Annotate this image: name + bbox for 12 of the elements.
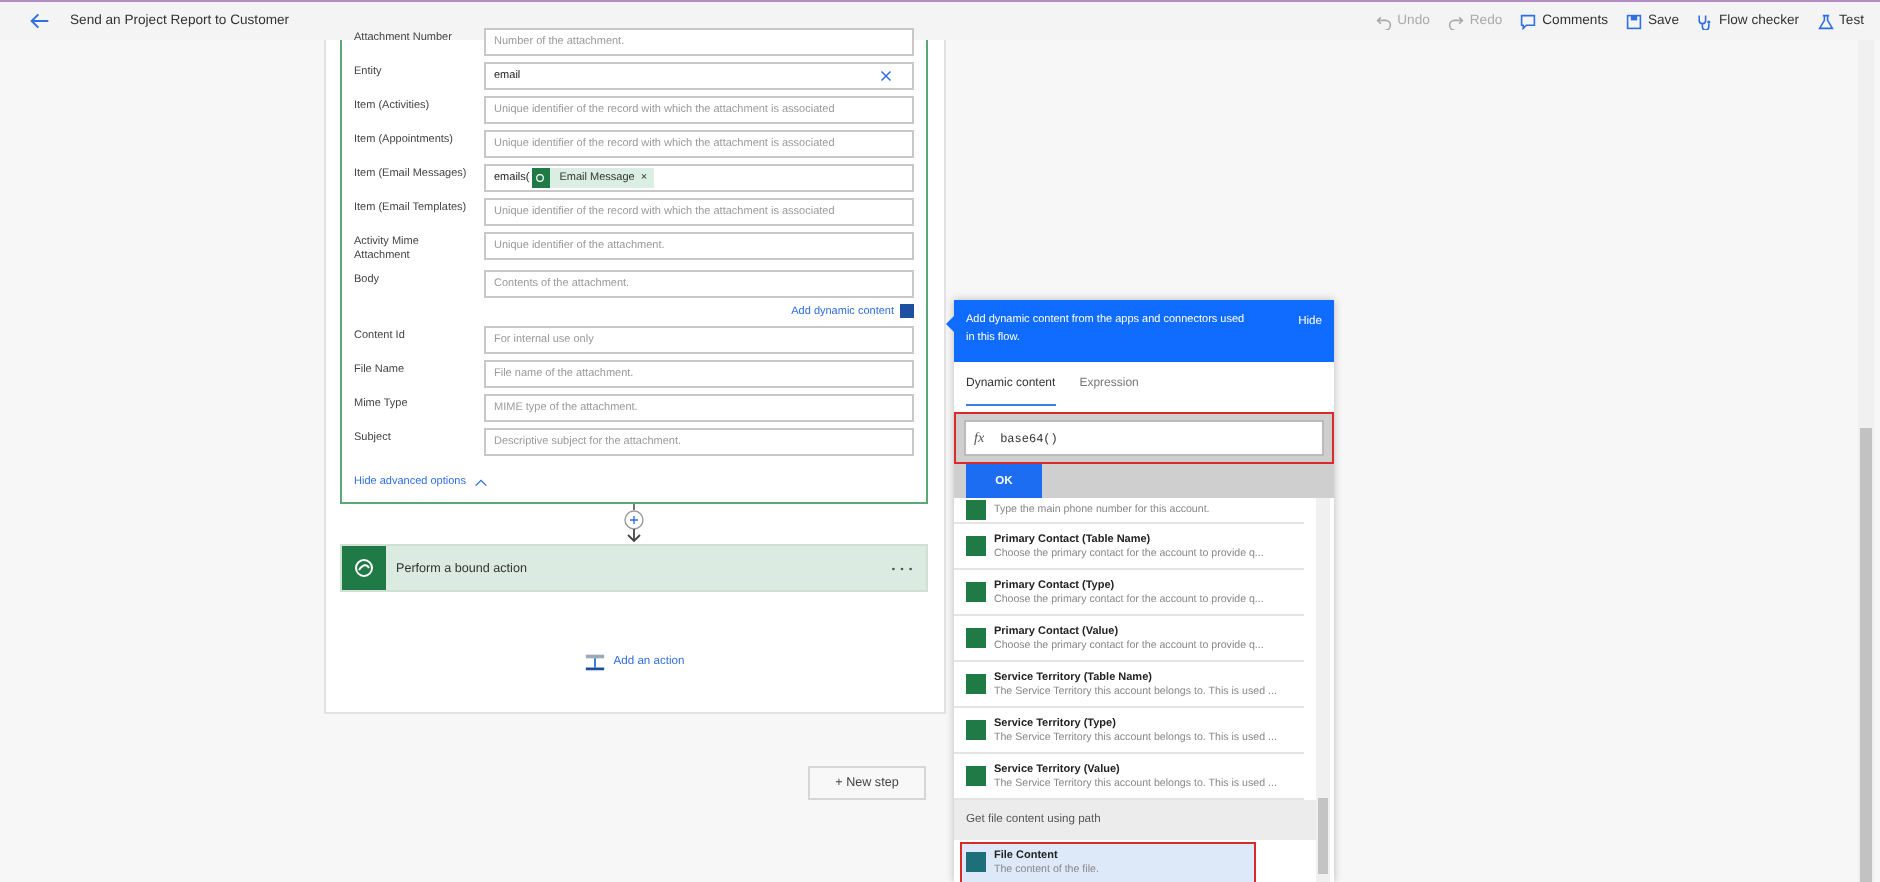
save-icon[interactable] [1625,13,1642,29]
chevron-up-icon[interactable] [473,477,488,487]
stethoscope-icon[interactable] [1696,13,1713,29]
add-action-icon[interactable] [583,652,606,672]
comment-icon[interactable] [1520,13,1537,29]
scrollbar[interactable] [1316,498,1330,882]
scrollbar[interactable] [1858,40,1874,882]
flask-icon[interactable] [1817,13,1834,29]
more-options-icon[interactable] [890,565,914,571]
insert-step-connector[interactable] [622,504,646,544]
clear-icon[interactable] [880,70,892,82]
back-arrow-icon[interactable] [30,12,50,30]
